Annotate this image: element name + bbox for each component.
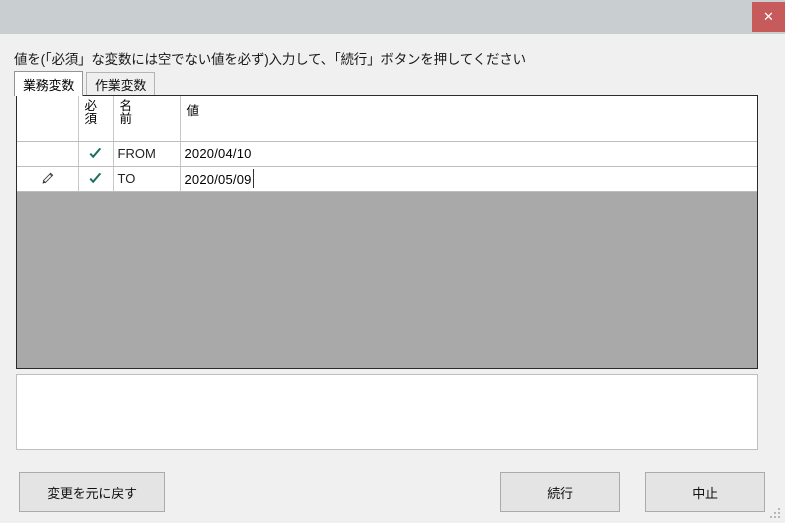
table-row[interactable]: TO 2020/05/09 [17,166,757,192]
undo-changes-button[interactable]: 変更を元に戻す [19,472,165,512]
variables-grid[interactable]: 必須 名前 値 FROM 2020/04/10 TO 2020/05/09 [16,95,758,369]
pencil-icon [40,172,54,186]
description-panel[interactable] [16,374,758,450]
tab-strip: 業務変数 作業変数 [14,71,758,96]
text-caret [252,169,254,188]
tab-business-variables[interactable]: 業務変数 [14,71,84,96]
continue-button[interactable]: 続行 [500,472,620,512]
instruction-text: 値を(「必須」な変数には空でない値を必ず)入力して、「続行」ボタンを押してくださ… [14,52,526,67]
column-header-required[interactable]: 必須 [78,96,114,142]
required-cell[interactable] [78,166,114,192]
variable-name-cell[interactable]: TO [113,166,181,192]
column-header-required-label: 必須 [84,99,98,127]
variable-value-text: 2020/05/09 [184,172,252,187]
tab-work-variables[interactable]: 作業変数 [86,72,156,95]
row-indicator-cell[interactable] [17,141,79,167]
column-header-name[interactable]: 名前 [113,96,181,142]
checkmark-icon [88,147,103,161]
variable-value-cell-editing[interactable]: 2020/05/09 [180,166,757,192]
resize-grip[interactable] [769,507,782,520]
table-header-row: 必須 名前 値 [17,96,757,142]
checkmark-icon [88,172,103,186]
close-button[interactable]: ✕ [752,2,785,32]
table-row[interactable]: FROM 2020/04/10 [17,141,757,167]
variables-table: 必須 名前 値 FROM 2020/04/10 TO 2020/05/09 [17,96,757,192]
column-header-value-label: 値 [186,104,200,118]
variable-value-cell[interactable]: 2020/04/10 [180,141,757,167]
title-bar: ✕ [0,0,785,34]
cancel-button[interactable]: 中止 [645,472,765,512]
variable-name-cell[interactable]: FROM [113,141,181,167]
required-cell[interactable] [78,141,114,167]
column-header-name-label: 名前 [119,99,133,127]
row-indicator-cell[interactable] [17,166,79,192]
column-header-value[interactable]: 値 [180,96,757,142]
column-header-indicator[interactable] [17,96,79,142]
